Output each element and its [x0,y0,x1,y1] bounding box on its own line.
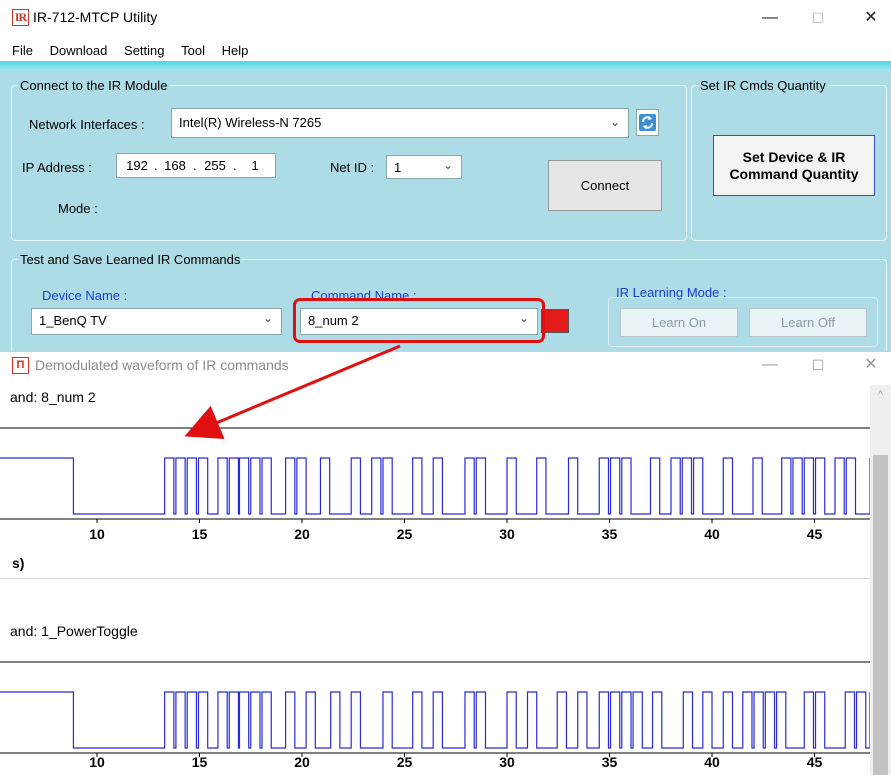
waveform-line [0,457,870,515]
learn-off-button[interactable]: Learn Off [749,308,867,337]
test-group-legend: Test and Save Learned IR Commands [20,252,241,267]
menu-file[interactable]: File [0,40,39,58]
device-name-select[interactable]: 1_BenQ TV ⌄ [31,308,282,335]
waveform-title-1: and: 8_num 2 [10,389,96,405]
tick-label: 15 [191,754,208,770]
menu-download[interactable]: Download [43,40,114,58]
tick-label: 10 [89,526,105,542]
chevron-down-icon: ⌄ [262,311,273,325]
tick-label: 40 [704,754,720,770]
tick-label: 15 [191,526,208,542]
plot-separator [0,578,870,579]
network-interfaces-label: Network Interfaces : [29,117,145,132]
ip-address-field[interactable]: 192 . 168 . 255 . 1 [116,153,276,178]
mode-label: Mode : [58,201,98,216]
time-unit-label: s) [12,555,25,571]
network-interfaces-select[interactable]: Intel(R) Wireless-N 7265 ⌄ [171,108,629,138]
ip-octet-1[interactable]: 192 [121,158,153,173]
ip-dot: . [154,158,158,173]
pulse-icon: Π [12,357,29,374]
waveform-plot-2 [0,661,870,757]
set-quantity-line2: Command Quantity [729,166,859,182]
ip-dot: . [233,158,237,173]
vertical-scrollbar[interactable]: ^ [870,385,891,775]
highlight-annotation [293,298,545,343]
net-id-value: 1 [394,160,402,175]
set-quantity-line1: Set Device & IR [742,149,846,165]
ip-octet-2[interactable]: 168 [159,158,191,173]
tick-label: 35 [601,754,618,770]
tick-label: 20 [294,754,310,770]
device-name-value: 1_BenQ TV [39,313,107,328]
connect-button[interactable]: Connect [548,160,662,211]
menu-tool[interactable]: Tool [174,40,211,58]
tick-label: 40 [704,526,720,542]
chevron-down-icon: ⌄ [442,158,453,172]
tick-label: 35 [601,526,618,542]
minimize-button[interactable]: — [760,355,780,375]
quantity-group-legend: Set IR Cmds Quantity [700,78,826,93]
minimize-button[interactable]: — [760,8,780,28]
net-id-select[interactable]: 1 ⌄ [386,155,462,179]
status-indicator [541,309,569,333]
net-id-label: Net ID : [330,160,375,175]
waveform-window-title: Demodulated waveform of IR commands [35,357,289,373]
menu-setting[interactable]: Setting [117,40,170,58]
learn-on-button[interactable]: Learn On [620,308,738,337]
tick-label: 25 [396,526,413,542]
refresh-button[interactable] [636,109,659,136]
ip-octet-4[interactable]: 1 [239,158,271,173]
menu-help[interactable]: Help [215,40,255,58]
maximize-button[interactable]: ☐ [808,355,828,375]
scroll-thumb[interactable] [873,455,888,775]
tick-label: 30 [499,754,515,770]
maximize-button[interactable]: ☐ [808,8,828,28]
set-quantity-button[interactable]: Set Device & IR Command Quantity [713,135,875,196]
scroll-up-icon[interactable]: ^ [870,389,891,401]
waveform-plot-1 [0,427,870,523]
tick-label: 45 [806,526,823,542]
tick-label: 45 [806,754,823,770]
tick-label: 10 [89,754,105,770]
chevron-down-icon: ⌄ [609,115,620,129]
app-logo-icon: IR [12,9,29,26]
window-title: IR-712-MTCP Utility [33,9,158,25]
waveform-title-2: and: 1_PowerToggle [10,623,138,639]
tick-label: 30 [499,526,515,542]
tick-label: 20 [294,526,310,542]
waveform-line [0,691,870,749]
device-name-label: Device Name : [42,288,128,303]
main-titlebar: IR IR-712-MTCP Utility — ☐ ✕ [0,0,891,40]
ip-address-label: IP Address : [22,160,92,175]
menu-bar: File Download Setting Tool Help [0,40,891,61]
tick-label: 25 [396,754,413,770]
ip-dot: . [193,158,197,173]
network-interfaces-value: Intel(R) Wireless-N 7265 [179,115,322,130]
menu-divider [0,61,891,71]
ip-octet-3[interactable]: 255 [199,158,231,173]
close-button[interactable]: ✕ [861,8,881,28]
refresh-icon [639,114,656,131]
close-button[interactable]: ✕ [861,355,881,375]
waveform-window: Π Demodulated waveform of IR commands — … [0,351,891,775]
connect-group-legend: Connect to the IR Module [20,78,168,93]
